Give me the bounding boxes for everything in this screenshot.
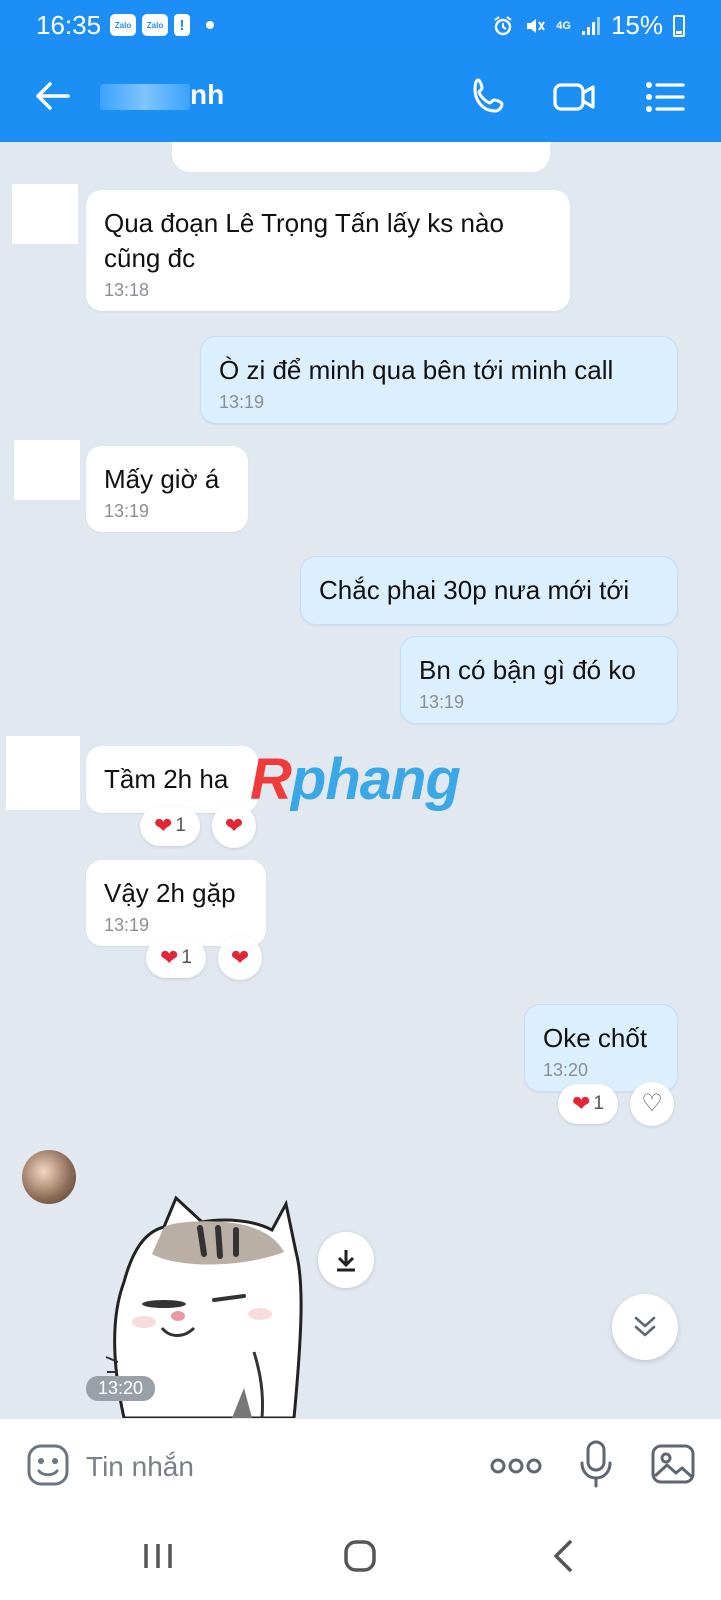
alarm-icon xyxy=(494,15,512,35)
more-options-icon[interactable] xyxy=(490,1449,542,1483)
watermark-logo: Rphang xyxy=(250,747,461,812)
message-time: 13:19 xyxy=(104,501,150,521)
reaction-count-badge[interactable]: ❤ 1 xyxy=(558,1084,618,1124)
back-icon[interactable] xyxy=(542,1534,586,1578)
android-nav-bar xyxy=(0,1514,721,1600)
status-time: 16:35 xyxy=(36,10,102,40)
reaction-count: 1 xyxy=(181,947,192,968)
reaction-count: 1 xyxy=(175,815,186,836)
message-bubble-incoming[interactable]: Mấy giờ á 13:19 xyxy=(86,446,248,532)
heart-icon: ❤ xyxy=(159,945,179,970)
message-bubble-incoming[interactable]: Qua đoạn Lê Trọng Tấn lấy ks nào cũng đc… xyxy=(86,190,570,311)
message-text: Chắc phai 30p nưa mới tới xyxy=(319,575,630,605)
zalo-notification-icon: Zalo xyxy=(110,14,136,36)
message-input[interactable] xyxy=(86,1445,446,1489)
heart-icon: ❤ xyxy=(153,813,173,838)
phone-icon[interactable] xyxy=(466,74,512,120)
mute-icon xyxy=(527,18,546,33)
message-text: Bn có bận gì đó ko xyxy=(419,655,636,685)
message-text: Oke chốt xyxy=(543,1023,648,1053)
message-bubble-outgoing[interactable]: Chắc phai 30p nưa mới tới xyxy=(300,556,678,625)
message-bubble-outgoing[interactable]: Oke chốt 13:20 xyxy=(524,1004,678,1092)
download-icon xyxy=(337,1250,355,1272)
heart-icon: ❤ xyxy=(571,1091,591,1116)
battery-percent: 15% xyxy=(610,10,663,40)
message-time: 13:18 xyxy=(104,280,150,300)
back-arrow-icon[interactable] xyxy=(32,74,72,118)
network-type-label: 4G xyxy=(556,19,571,32)
message-composer xyxy=(0,1418,721,1514)
battery-icon xyxy=(673,14,685,37)
message-text: Qua đoạn Lê Trọng Tấn lấy ks nào cũng đc xyxy=(104,208,504,273)
message-bubble-incoming[interactable]: Tầm 2h ha xyxy=(86,746,258,813)
status-bar: 16:35 Zalo Zalo ! 4G 15% xyxy=(0,0,721,52)
menu-list-icon[interactable] xyxy=(642,74,688,120)
system-status-icons: 4G 15% xyxy=(492,10,685,41)
message-time: 13:20 xyxy=(543,1060,589,1080)
message-text: Ò zi để minh qua bên tới minh call xyxy=(219,355,614,385)
image-icon[interactable] xyxy=(650,1443,696,1485)
message-time: 13:19 xyxy=(104,915,150,935)
message-text: Vậy 2h gặp xyxy=(104,878,236,908)
download-button[interactable] xyxy=(318,1232,374,1288)
emoji-icon[interactable] xyxy=(26,1443,70,1487)
previous-message-card xyxy=(172,142,550,172)
message-time: 13:19 xyxy=(419,692,465,712)
heart-icon: ❤ xyxy=(230,945,250,970)
message-text: Mấy giờ á xyxy=(104,464,220,494)
chat-messages-area[interactable]: Qua đoạn Lê Trọng Tấn lấy ks nào cũng đc… xyxy=(0,142,721,1418)
alert-notification-icon: ! xyxy=(174,14,190,36)
contact-name[interactable]: nh xyxy=(100,79,224,111)
sticker-time: 13:20 xyxy=(86,1376,156,1401)
avatar[interactable] xyxy=(12,184,78,244)
scroll-to-bottom-button[interactable] xyxy=(612,1294,678,1360)
message-text: Tầm 2h ha xyxy=(104,764,229,794)
heart-outline-icon: ♡ xyxy=(641,1090,663,1117)
reaction-count-badge[interactable]: ❤ 1 xyxy=(140,806,200,846)
blurred-name-overlay xyxy=(100,83,190,110)
message-bubble-outgoing[interactable]: Ò zi để minh qua bên tới minh call 13:19 xyxy=(200,336,678,424)
message-bubble-incoming[interactable]: Vậy 2h gặp 13:19 xyxy=(86,860,266,946)
contact-name-suffix: nh xyxy=(190,79,225,110)
reaction-count: 1 xyxy=(593,1093,604,1114)
heart-icon: ❤ xyxy=(224,813,244,838)
zalo-notification-icon: Zalo xyxy=(142,14,168,36)
home-icon[interactable] xyxy=(338,1534,382,1578)
avatar[interactable] xyxy=(14,440,80,500)
recent-apps-icon[interactable] xyxy=(136,1534,180,1578)
chat-header: nh xyxy=(0,52,721,142)
reaction-count-badge[interactable]: ❤ 1 xyxy=(146,938,206,978)
double-chevron-down-icon xyxy=(634,1316,656,1337)
message-bubble-outgoing[interactable]: Bn có bận gì đó ko 13:19 xyxy=(400,636,678,724)
notification-icons: Zalo Zalo ! xyxy=(110,14,214,36)
video-call-icon[interactable] xyxy=(552,74,598,120)
react-heart-button[interactable]: ❤ xyxy=(218,936,262,980)
avatar[interactable] xyxy=(22,1150,76,1204)
signal-icon xyxy=(581,16,600,35)
message-time: 13:19 xyxy=(219,392,265,412)
avatar[interactable] xyxy=(6,736,80,810)
more-notifications-dot-icon xyxy=(206,21,214,29)
react-button[interactable]: ♡ xyxy=(630,1082,674,1126)
microphone-icon[interactable] xyxy=(578,1439,614,1489)
